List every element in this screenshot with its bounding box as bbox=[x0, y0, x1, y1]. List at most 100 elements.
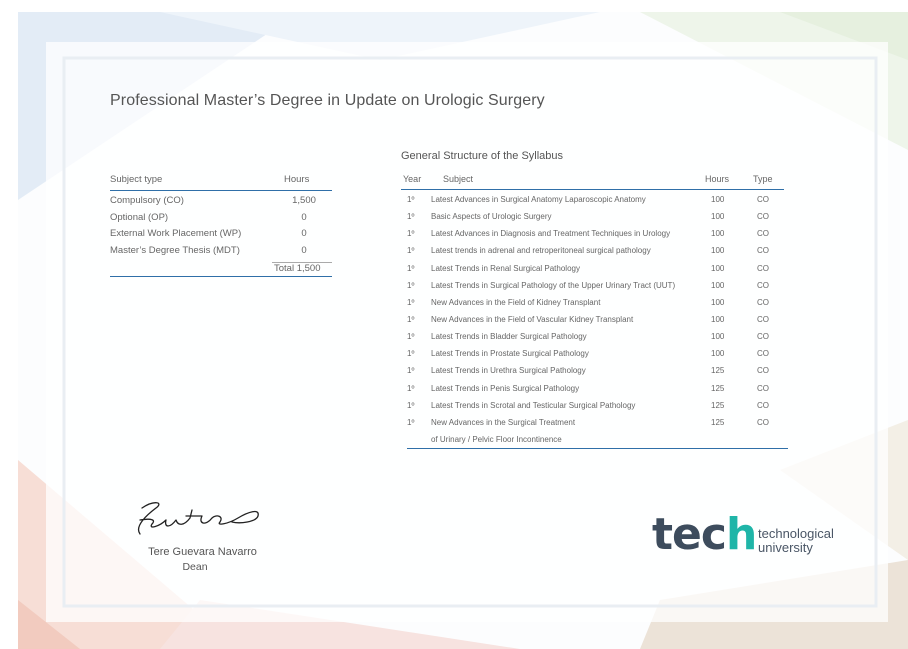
syllabus-row-hours: 100 bbox=[711, 349, 725, 359]
certificate-title: Professional Master’s Degree in Update o… bbox=[110, 92, 545, 109]
syllabus-row-type: CO bbox=[757, 246, 769, 256]
syllabus-row: 1º Latest Trends in Renal Surgical Pathol… bbox=[401, 260, 784, 277]
syllabus-row: of Urinary / Pelvic Floor Incontinence bbox=[401, 431, 784, 448]
summary-row: Master’s Degree Thesis (MDT) 0 bbox=[110, 245, 332, 262]
logo-wordmark: tech bbox=[652, 509, 757, 560]
syllabus-rows: 1º Latest Advances in Surgical Anatomy La… bbox=[401, 191, 784, 448]
summary-header-hours: Hours bbox=[284, 174, 310, 185]
summary-row: External Work Placement (WP) 0 bbox=[110, 228, 332, 245]
syllabus-row-subject: Latest Trends in Scrotal and Testicular … bbox=[431, 400, 636, 410]
logo-accent-letter: h bbox=[725, 509, 757, 560]
syllabus-row-year: 1º bbox=[407, 212, 415, 222]
syllabus-row-subject: of Urinary / Pelvic Floor Incontinence bbox=[431, 434, 562, 444]
syllabus-row-type: CO bbox=[757, 297, 769, 307]
syllabus-row-year: 1º bbox=[407, 195, 415, 204]
syllabus-row-hours: 100 bbox=[711, 195, 725, 204]
syllabus-row-year: 1º bbox=[407, 417, 415, 427]
syllabus-row-year: 1º bbox=[407, 229, 415, 239]
syllabus-header: Year Subject Hours Type bbox=[401, 172, 784, 190]
syllabus-row-year: 1º bbox=[407, 263, 415, 273]
syllabus-row-year: 1º bbox=[407, 280, 415, 290]
syllabus-row: 1º New Advances in the Field of Vascular … bbox=[401, 311, 784, 328]
syllabus-end-rule bbox=[407, 448, 788, 450]
hours-summary-table: Subject type Hours Compulsory (CO) 1,500… bbox=[110, 174, 332, 277]
syllabus-title: General Structure of the Syllabus bbox=[401, 150, 564, 162]
syllabus-row-hours: 125 bbox=[711, 417, 725, 427]
syllabus-row-hours: 100 bbox=[711, 263, 725, 273]
syllabus-row-subject: New Advances in the Field of Vascular Ki… bbox=[431, 314, 634, 324]
syllabus-row-subject: Latest Advances in Surgical Anatomy Lapa… bbox=[431, 195, 646, 204]
signature-image bbox=[137, 502, 259, 535]
signatory-role: Dean bbox=[182, 561, 208, 573]
summary-row-hours: 0 bbox=[301, 244, 307, 256]
syllabus-row-year: 1º bbox=[407, 297, 415, 307]
syllabus-header-type: Type bbox=[753, 174, 773, 184]
syllabus-row-type: CO bbox=[757, 195, 769, 204]
syllabus-row: 1º New Advances in the Surgical Treatment… bbox=[401, 414, 784, 431]
summary-row-label: Compulsory (CO) bbox=[110, 195, 184, 206]
syllabus-row: 1º Latest Advances in Diagnosis and Treat… bbox=[401, 225, 784, 242]
syllabus-row: 1º Latest Trends in Prostate Surgical Pat… bbox=[401, 345, 784, 362]
syllabus-row-subject: Latest Trends in Renal Surgical Patholog… bbox=[431, 263, 580, 273]
syllabus-row-type: CO bbox=[757, 349, 769, 359]
syllabus-row-subject: Latest Trends in Surgical Pathology of t… bbox=[431, 280, 676, 290]
logo-subtitle: technological university bbox=[758, 527, 834, 555]
syllabus-row-type: CO bbox=[757, 332, 769, 342]
syllabus-row: 1º Latest Trends in Penis Surgical Pathol… bbox=[401, 380, 784, 397]
summary-total: Total 1,500 bbox=[110, 262, 332, 277]
syllabus-table: Year Subject Hours Type 1º Latest Advance… bbox=[401, 172, 788, 450]
syllabus-row-hours: 125 bbox=[711, 383, 725, 393]
syllabus-row: 1º New Advances in the Field of Kidney Tr… bbox=[401, 294, 784, 311]
syllabus-row-hours: 100 bbox=[711, 246, 725, 256]
syllabus-row: 1º Latest Trends in Bladder Surgical Path… bbox=[401, 328, 784, 345]
summary-row: Compulsory (CO) 1,500 bbox=[110, 195, 332, 212]
syllabus-row-type: CO bbox=[757, 366, 769, 376]
syllabus-row-hours: 100 bbox=[711, 229, 725, 239]
syllabus-row: 1º Latest Advances in Surgical Anatomy La… bbox=[401, 191, 784, 208]
syllabus-row-hours: 100 bbox=[711, 280, 725, 290]
syllabus-row-subject: New Advances in the Surgical Treatment bbox=[431, 417, 576, 427]
syllabus-row-type: CO bbox=[757, 314, 769, 324]
summary-row-hours: 0 bbox=[301, 228, 307, 239]
syllabus-row-subject: Basic Aspects of Urologic Surgery bbox=[431, 212, 552, 222]
logo-subtitle-line1: technological bbox=[758, 526, 834, 541]
syllabus-row-subject: Latest Trends in Penis Surgical Patholog… bbox=[431, 383, 580, 393]
syllabus-row-type: CO bbox=[757, 229, 769, 239]
syllabus-row-hours: 125 bbox=[711, 366, 725, 376]
syllabus-row-type: CO bbox=[757, 280, 769, 290]
syllabus-row-hours: 100 bbox=[711, 212, 725, 222]
syllabus-row-type: CO bbox=[757, 383, 769, 393]
syllabus-row-subject: Latest Advances in Diagnosis and Treatme… bbox=[431, 229, 671, 239]
summary-total-value: Total 1,500 bbox=[274, 263, 321, 274]
syllabus-row-subject: Latest Trends in Urethra Surgical Pathol… bbox=[431, 366, 586, 376]
syllabus-row-subject: Latest trends in adrenal and retroperito… bbox=[431, 246, 651, 256]
syllabus-row-hours: 125 bbox=[711, 400, 725, 410]
syllabus-row-year: 1º bbox=[407, 383, 415, 393]
summary-row: Optional (OP) 0 bbox=[110, 212, 332, 229]
syllabus-row-type: CO bbox=[757, 417, 769, 427]
syllabus-row-year: 1º bbox=[407, 314, 415, 324]
tech-logo: tech technological university bbox=[652, 509, 842, 565]
logo-word: tec bbox=[652, 509, 727, 560]
syllabus-row-hours: 100 bbox=[711, 332, 725, 342]
syllabus-row-year: 1º bbox=[407, 366, 415, 376]
syllabus-row-year: 1º bbox=[407, 349, 415, 359]
summary-row-label: Master’s Degree Thesis (MDT) bbox=[110, 244, 240, 256]
summary-row-hours: 0 bbox=[301, 211, 307, 223]
signatory-name: Tere Guevara Navarro bbox=[148, 546, 257, 558]
syllabus-row-type: CO bbox=[757, 400, 769, 410]
syllabus-row-hours: 100 bbox=[711, 297, 725, 307]
syllabus-row-type: CO bbox=[757, 212, 769, 222]
summary-header-subject-type: Subject type bbox=[110, 174, 163, 185]
syllabus-row-subject: Latest Trends in Prostate Surgical Patho… bbox=[431, 349, 589, 359]
syllabus-row-hours: 100 bbox=[711, 314, 725, 324]
syllabus-row: 1º Latest Trends in Scrotal and Testicula… bbox=[401, 397, 784, 414]
syllabus-row: 1º Latest Trends in Surgical Pathology of… bbox=[401, 277, 784, 294]
syllabus-header-hours: Hours bbox=[705, 174, 730, 184]
summary-row-hours: 1,500 bbox=[292, 195, 316, 206]
syllabus-row-type: CO bbox=[757, 263, 769, 273]
syllabus-row-year: 1º bbox=[407, 332, 415, 342]
syllabus-row: 1º Basic Aspects of Urologic Surgery 100 CO bbox=[401, 208, 784, 225]
syllabus-row-year: 1º bbox=[407, 246, 415, 256]
summary-row-label: Optional (OP) bbox=[110, 211, 169, 223]
